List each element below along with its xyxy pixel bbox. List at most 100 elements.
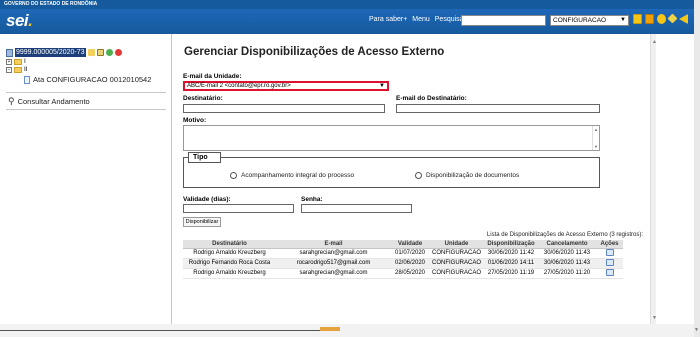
view-details-icon[interactable]	[605, 258, 614, 266]
scroll-up-icon[interactable]: ▲	[652, 39, 657, 45]
senha-label: Senha:	[301, 196, 323, 203]
consultar-andamento-label: Consultar Andamento	[17, 97, 90, 106]
view-details-icon[interactable]	[605, 268, 614, 276]
cell-email: sarahgrecian@gmail.com	[276, 268, 391, 279]
validade-input[interactable]	[183, 204, 294, 213]
cell-destinatario: Rodrigo Arnaldo Kreuzberg	[183, 268, 276, 279]
cell-destinatario: Rodrigo Arnaldo Kreuzberg	[183, 248, 276, 259]
horizontal-scroll-thumb[interactable]	[320, 327, 340, 331]
tree-folder-1[interactable]: + I	[6, 58, 151, 65]
view-details-icon[interactable]	[605, 248, 614, 256]
email-unit-label: E-mail da Unidade:	[183, 73, 242, 80]
scroll-down-icon[interactable]: ▼	[694, 327, 699, 333]
cell-unidade: CONFIGURACAO	[429, 248, 484, 259]
cell-email: sarahgrecian@gmail.com	[276, 248, 391, 259]
sei-logo[interactable]: sei.	[6, 11, 33, 31]
dest-email-label: E-mail do Destinatário:	[396, 95, 467, 102]
scroll-down-icon[interactable]: ▼	[594, 144, 598, 149]
cell-email: rocarodrigo517@gmail.com	[276, 258, 391, 269]
usuario-icon[interactable]	[657, 14, 666, 24]
unit-select[interactable]: CONFIGURACAO ▼	[550, 15, 629, 26]
window-scrollbar[interactable]: ▼	[694, 0, 700, 337]
document-label[interactable]: Ata CONFIGURACAO 0012010542	[33, 75, 151, 84]
cell-unidade: CONFIGURACAO	[429, 268, 484, 279]
cell-validade: 02/06/2020	[391, 258, 429, 269]
radio-documents-button[interactable]	[415, 172, 422, 179]
cell-cancelamento: 30/06/2020 11:43	[538, 248, 596, 259]
menu-link[interactable]: Menu	[412, 16, 430, 23]
radio-integral[interactable]: Acompanhamento integral do processo	[230, 172, 354, 179]
search-input[interactable]	[461, 15, 546, 26]
main-scrollbar[interactable]: ▲ ▼	[650, 34, 657, 324]
search-icon: ⚲	[8, 96, 15, 106]
motivo-textarea[interactable]: ▲ ▼	[183, 125, 600, 151]
novidades-icon[interactable]	[645, 14, 654, 24]
logo-dot: .	[28, 11, 33, 30]
logo-text: sei	[6, 11, 29, 30]
col-disponibilizacao[interactable]: Disponibilização	[484, 240, 538, 249]
configuracoes-icon[interactable]	[667, 13, 678, 24]
cell-unidade: CONFIGURACAO	[429, 258, 484, 269]
process-row[interactable]: 9999.000005/2020-73	[6, 48, 151, 57]
table-row: Rodrigo Arnaldo Kreuzberg sarahgrecian@g…	[183, 268, 623, 279]
process-tree-panel: 9999.000005/2020-73 + I − II Ata CONFIGU…	[0, 34, 172, 337]
email-unit-select[interactable]: ABC/E-mail 2 <contato@epr.ro.gov.br> ▼	[183, 81, 389, 91]
table-caption: Lista de Disponibilizações de Acesso Ext…	[486, 232, 643, 238]
radio-integral-button[interactable]	[230, 172, 237, 179]
col-unidade[interactable]: Unidade	[429, 240, 484, 249]
page-title: Gerenciar Disponibilizações de Acesso Ex…	[184, 46, 445, 58]
page: GOVERNO DO ESTADO DE RONDÔNIA sei. Para …	[0, 0, 700, 337]
main-content: Gerenciar Disponibilizações de Acesso Ex…	[172, 34, 655, 324]
collapse-icon[interactable]: −	[6, 66, 12, 73]
para-saber-link[interactable]: Para saber+	[369, 16, 407, 23]
senha-input[interactable]	[301, 204, 412, 213]
cell-cancelamento: 27/05/2020 11:20	[538, 268, 596, 279]
motivo-label: Motivo:	[183, 117, 207, 124]
folder-icon	[14, 58, 22, 65]
col-cancelamento[interactable]: Cancelamento	[538, 240, 596, 249]
col-email[interactable]: E-mail	[276, 240, 391, 249]
textarea-scrollbar[interactable]: ▲ ▼	[592, 126, 599, 150]
cell-validade: 28/05/2020	[391, 268, 429, 279]
radio-documents[interactable]: Disponibilização de documentos	[415, 172, 519, 179]
validade-label: Validade (dias):	[183, 196, 231, 203]
consultar-andamento-link[interactable]: ⚲ Consultar Andamento	[8, 96, 90, 107]
folder-label: I	[24, 58, 26, 65]
cell-disponibilizacao: 30/06/2020 11:42	[484, 248, 538, 259]
header: sei. Para saber+ Menu Pesquisa CONFIGURA…	[0, 9, 700, 34]
table-row: Rodrigo Arnaldo Kreuzberg sarahgrecian@g…	[183, 248, 623, 259]
chevron-down-icon: ▼	[379, 83, 385, 89]
col-destinatario[interactable]: Destinatário	[183, 240, 276, 249]
dest-email-input[interactable]	[396, 104, 600, 113]
controle-processos-icon[interactable]	[633, 14, 642, 24]
radio-documents-label[interactable]: Disponibilização de documentos	[426, 172, 519, 179]
table-row: Rodrigo Fernando Roca Costa rocarodrigo5…	[183, 258, 623, 269]
cell-cancelamento: 30/06/2020 11:43	[538, 258, 596, 269]
pesquisa-link[interactable]: Pesquisa	[435, 16, 464, 23]
sair-icon[interactable]	[679, 14, 688, 24]
table-header-row: Destinatário E-mail Validade Unidade Dis…	[183, 240, 623, 249]
dest-input[interactable]	[183, 104, 385, 113]
cell-acoes	[596, 248, 623, 259]
document-icon	[24, 75, 30, 84]
tree-document[interactable]: Ata CONFIGURACAO 0012010542	[24, 75, 151, 84]
cell-disponibilizacao: 27/05/2020 11:19	[484, 268, 538, 279]
radio-integral-label[interactable]: Acompanhamento integral do processo	[241, 172, 354, 179]
horizontal-scroll-track[interactable]	[0, 330, 320, 331]
tree-folder-2[interactable]: − II	[6, 66, 151, 73]
note-icon[interactable]	[96, 49, 104, 56]
pencil-icon[interactable]	[87, 49, 95, 56]
chevron-down-icon: ▼	[620, 17, 626, 23]
scroll-up-icon[interactable]: ▲	[594, 127, 598, 132]
dest-label: Destinatário:	[183, 95, 223, 102]
disponibilizar-button[interactable]: Disponibilizar	[183, 217, 221, 227]
cell-destinatario: Rodrigo Fernando Roca Costa	[183, 258, 276, 269]
add-icon[interactable]	[105, 49, 113, 56]
col-validade[interactable]: Validade	[391, 240, 429, 249]
scroll-down-icon[interactable]: ▼	[652, 315, 657, 321]
expand-icon[interactable]: +	[6, 58, 12, 65]
process-number[interactable]: 9999.000005/2020-73	[15, 48, 86, 57]
process-icon	[6, 48, 13, 57]
disponibilizacoes-table: Destinatário E-mail Validade Unidade Dis…	[183, 240, 623, 279]
block-icon[interactable]	[114, 49, 122, 56]
